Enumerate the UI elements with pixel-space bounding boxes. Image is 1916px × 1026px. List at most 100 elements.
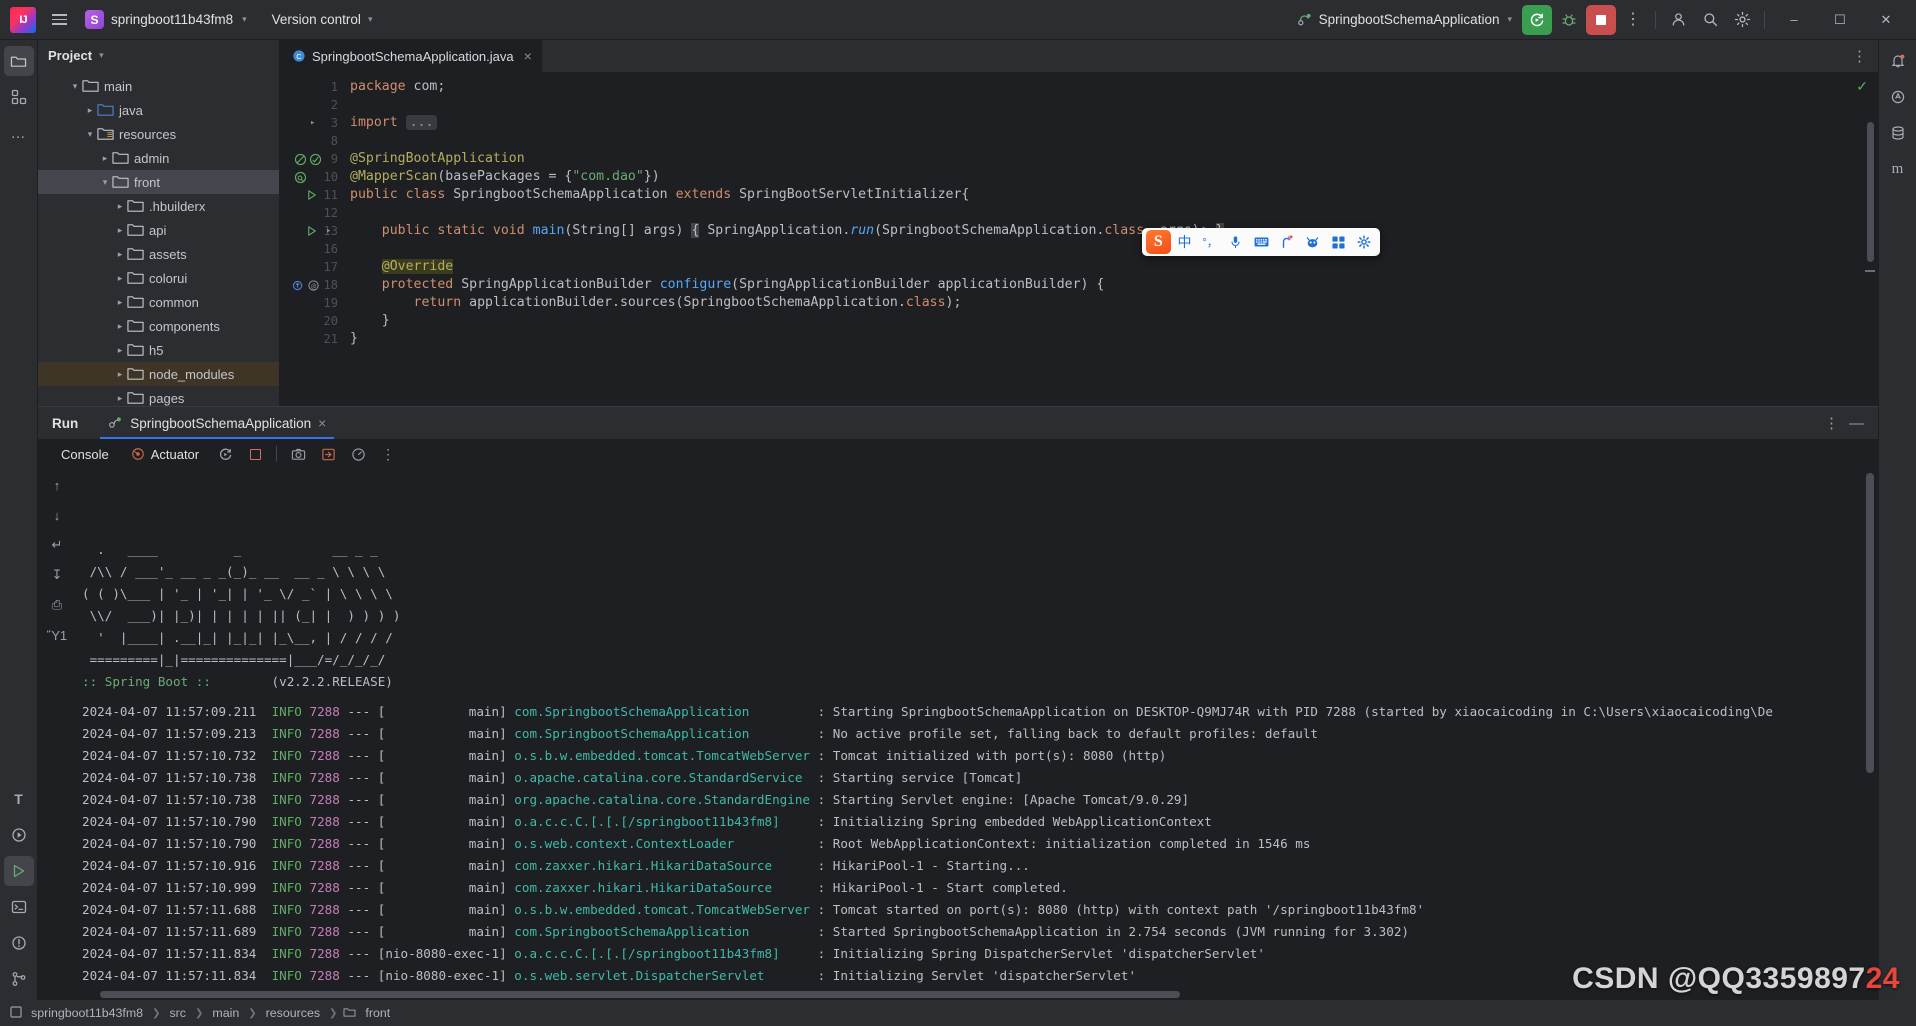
fold-arrow-icon[interactable]: ▸ (326, 226, 331, 236)
code-line[interactable] (342, 204, 1728, 222)
tree-item-admin[interactable]: ▸ admin (38, 146, 279, 170)
gutter-line[interactable]: 12 (280, 204, 342, 222)
code-line[interactable]: public class SpringbootSchemaApplication… (342, 186, 1728, 204)
stop-button[interactable] (1586, 4, 1616, 35)
version-control-menu[interactable]: Version control ▾ (262, 8, 383, 31)
sidebar-item-structure-bottom[interactable]: T (4, 784, 34, 814)
tree-item-front[interactable]: ▾ front (38, 170, 279, 194)
chevron-down-icon[interactable]: ▾ (98, 177, 112, 188)
soft-wrap-icon[interactable]: ↵ (46, 535, 68, 555)
clear-all-icon[interactable]: Ὕ1 (46, 625, 68, 645)
scroll-up-icon[interactable]: ↑ (46, 475, 68, 495)
chevron-right-icon[interactable]: ▸ (113, 297, 127, 308)
hamburger-menu-icon[interactable] (44, 5, 74, 35)
code-line[interactable] (342, 96, 1728, 114)
code-line[interactable]: protected SpringApplicationBuilder confi… (342, 276, 1728, 294)
code-line[interactable]: @MapperScan(basePackages = {"com.dao"}) (342, 168, 1728, 186)
stop-button[interactable] (242, 442, 268, 466)
account-button[interactable] (1663, 5, 1693, 35)
tree-item-colorui[interactable]: ▸ colorui (38, 266, 279, 290)
gutter-line[interactable]: ▸ 3 (280, 114, 342, 132)
editor-gutter[interactable]: 1 2 ▸ 3 8 9 10 11 12 ▸ 13 16 17 @18 19 20 21 (280, 72, 342, 406)
run-configuration-selector[interactable]: SpringbootSchemaApplication ▾ (1290, 8, 1520, 31)
console-hscroll-thumb[interactable] (100, 991, 1180, 998)
gutter-line[interactable]: 20 (280, 312, 342, 330)
sidebar-item-maven[interactable]: m (1883, 154, 1913, 184)
sidebar-item-project[interactable] (3, 46, 34, 76)
close-icon[interactable]: × (524, 48, 532, 64)
console-output[interactable]: . ____ _ __ _ _ /\\ / ___'_ __ _ _(_)_ _… (76, 469, 1878, 988)
console-scrollbar-thumb[interactable] (1866, 473, 1874, 773)
run-button[interactable] (1522, 4, 1552, 35)
chevron-right-icon[interactable]: ▸ (113, 321, 127, 332)
code-line[interactable]: } (342, 312, 1728, 330)
code-line[interactable]: @Override (342, 258, 1728, 276)
chevron-down-icon[interactable]: ▾ (83, 129, 97, 140)
chevron-right-icon[interactable]: ▸ (113, 201, 127, 212)
gutter-line[interactable]: 8 (280, 132, 342, 150)
spring-bean-icons[interactable] (294, 153, 322, 166)
window-close-button[interactable]: ✕ (1864, 4, 1908, 36)
sidebar-item-ai-assistant[interactable] (1883, 82, 1913, 112)
code-line[interactable]: package com; (342, 78, 1728, 96)
punctuation-icon[interactable]: °， (1198, 230, 1222, 254)
inspection-status-icon[interactable]: ✓ (1856, 78, 1868, 95)
chevron-right-icon[interactable]: ▸ (113, 369, 127, 380)
gutter-line[interactable]: 19 (280, 294, 342, 312)
gutter-line[interactable]: 21 (280, 330, 342, 348)
breadcrumb-item-3[interactable]: resources (263, 1005, 323, 1021)
tree-item-node-modules[interactable]: ▸ node_modules (38, 362, 279, 386)
tree-item-pages[interactable]: ▸ pages (38, 386, 279, 406)
ime-settings-gear-icon[interactable] (1352, 230, 1376, 254)
more-vertical-icon[interactable]: ⋮ (1824, 414, 1839, 432)
tab-actuator[interactable]: Actuator (122, 444, 208, 465)
window-minimize-button[interactable]: – (1772, 4, 1816, 36)
search-button[interactable] (1695, 5, 1725, 35)
gutter-line[interactable]: 16 (280, 240, 342, 258)
editor-scrollbar-thumb[interactable] (1867, 122, 1874, 262)
minimize-icon[interactable]: — (1849, 415, 1864, 432)
voice-input-icon[interactable] (1224, 230, 1248, 254)
sidebar-item-database[interactable] (1883, 118, 1913, 148)
chevron-right-icon[interactable]: ▸ (98, 153, 112, 164)
sidebar-item-notifications[interactable] (1883, 46, 1913, 76)
profiler-button[interactable] (345, 442, 371, 466)
gutter-line[interactable]: 10 (280, 168, 342, 186)
project-tree[interactable]: ▾ main ▸ java ▾ resources ▸ admin ▾ front ▸ .hbuild… (38, 70, 279, 406)
code-editor[interactable]: 1 2 ▸ 3 8 9 10 11 12 ▸ 13 16 17 @18 19 20 21 package com… (280, 72, 1878, 406)
editor-options-icon[interactable]: ⋮ (1852, 47, 1868, 65)
gutter-line[interactable]: 1 (280, 78, 342, 96)
gutter-line[interactable]: 2 (280, 96, 342, 114)
gutter-line[interactable]: 11 (280, 186, 342, 204)
run-tab[interactable]: SpringbootSchemaApplication × (100, 407, 335, 439)
tab-console[interactable]: Console (52, 444, 118, 465)
sidebar-item-git[interactable] (4, 964, 34, 994)
chevron-right-icon[interactable]: ▸ (113, 393, 127, 404)
tree-item--hbuilderx[interactable]: ▸ .hbuilderx (38, 194, 279, 218)
chevron-right-icon[interactable]: ▸ (113, 345, 127, 356)
settings-button[interactable] (1727, 5, 1757, 35)
close-icon[interactable]: × (318, 415, 326, 431)
run-gutter-icon[interactable]: ▸ (306, 225, 331, 237)
toolbox-grid-icon[interactable] (1327, 230, 1351, 254)
chinese-mode-icon[interactable]: 中 (1173, 230, 1197, 254)
override-gutter-icon[interactable]: @ (292, 279, 320, 292)
print-icon[interactable]: ⎙ (46, 595, 68, 615)
scroll-end-icon[interactable]: ↧ (46, 565, 68, 585)
run-gutter-icon[interactable] (306, 189, 318, 201)
tree-item-components[interactable]: ▸ components (38, 314, 279, 338)
sogou-logo-icon[interactable]: S (1146, 230, 1171, 254)
window-maximize-button[interactable]: ☐ (1818, 4, 1862, 36)
soft-keyboard-icon[interactable] (1250, 230, 1274, 254)
breadcrumb-item-1[interactable]: src (166, 1005, 189, 1021)
gutter-line[interactable]: ▸ 13 (280, 222, 342, 240)
gutter-line[interactable]: 9 (280, 150, 342, 168)
thread-dump-button[interactable] (315, 442, 341, 466)
chevron-right-icon[interactable]: ▸ (113, 249, 127, 260)
gutter-line[interactable]: 17 (280, 258, 342, 276)
tree-item-h5[interactable]: ▸ h5 (38, 338, 279, 362)
tree-item-common[interactable]: ▸ common (38, 290, 279, 314)
tree-item-api[interactable]: ▸ api (38, 218, 279, 242)
tree-item-resources[interactable]: ▾ resources (38, 122, 279, 146)
tree-item-main[interactable]: ▾ main (38, 74, 279, 98)
